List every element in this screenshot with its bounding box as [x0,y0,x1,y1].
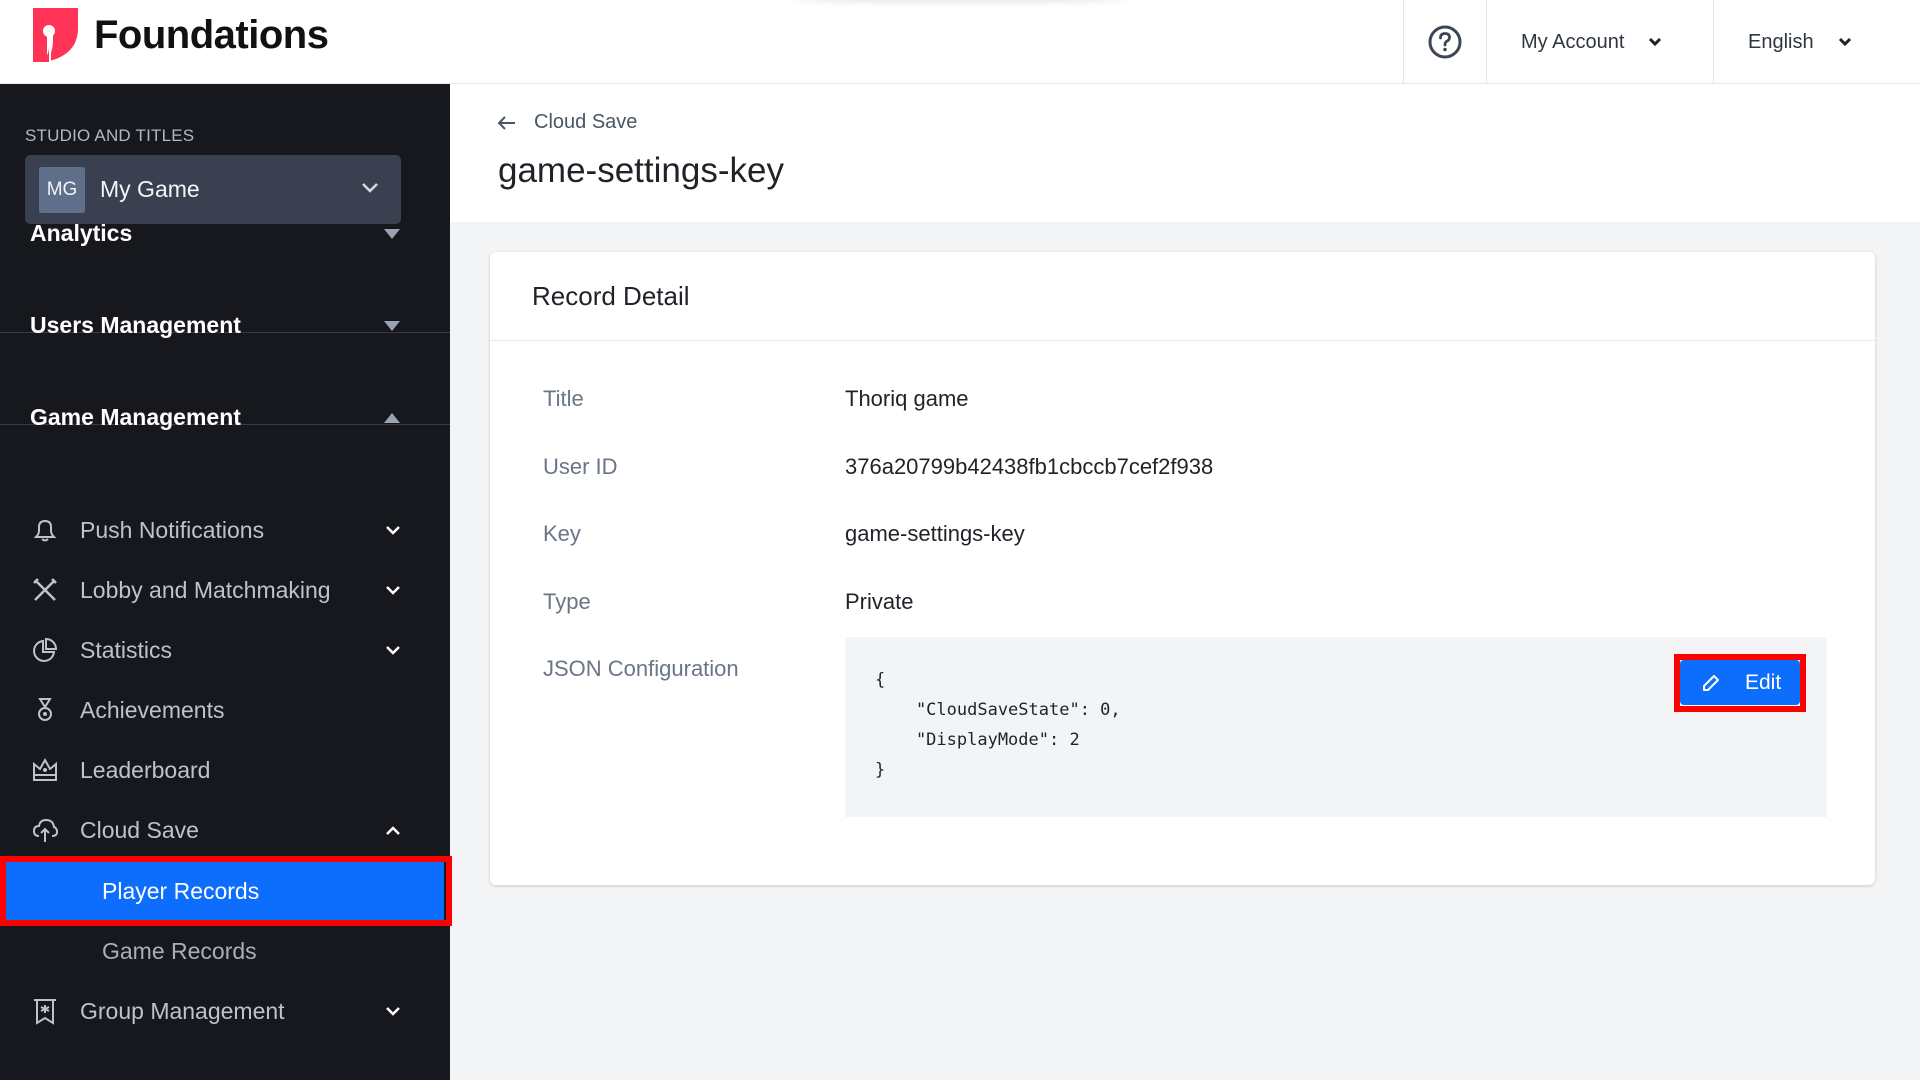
section-label: Analytics [30,220,133,246]
page-title: game-settings-key [498,151,784,190]
item-label: Lobby and Matchmaking [80,576,331,603]
sidebar-item-leaderboard[interactable]: Leaderboard [0,745,450,795]
pie-chart-icon [30,635,60,665]
sidebar-section-analytics[interactable]: Analytics [0,200,450,267]
field-value-user-id: 376a20799b42438fb1cbccb7cef2f938 [845,454,1214,479]
item-label: Cloud Save [80,816,199,843]
field-value-type: Private [845,589,914,614]
card-header: Record Detail [490,252,1875,341]
brand-name: Foundations [94,12,329,57]
language-label: English [1748,30,1814,53]
sidebar-section-users-management[interactable]: Users Management [0,292,450,359]
field-label-type: Type [543,589,591,614]
sidebar-item-push-notifications[interactable]: Push Notifications [0,505,450,555]
pencil-icon [1703,674,1719,691]
question-circle-icon [1428,25,1462,59]
sidebar: STUDIO AND TITLES MG My Game Analytics U… [0,84,452,1080]
item-label: Group Management [80,997,285,1024]
field-label-key: Key [543,521,581,546]
item-label: Leaderboard [80,756,211,783]
json-configuration-block: { "CloudSaveState": 0, "DisplayMode": 2 … [845,637,1827,817]
crossed-swords-icon [30,575,60,605]
help-button[interactable] [1403,0,1486,84]
sidebar-item-achievements[interactable]: Achievements [0,685,450,735]
studio-name: My Game [100,176,200,202]
record-detail-card: Record Detail Title Thoriq game User ID … [490,252,1875,885]
item-label: Player Records [102,877,260,904]
arrow-left-icon [498,115,515,130]
item-label: Game Records [102,937,257,964]
caret-down-icon [384,320,400,331]
back-link-label: Cloud Save [534,111,638,133]
page-header: Cloud Save game-settings-key [450,84,1920,222]
section-label: Users Management [30,312,241,338]
field-value-title: Thoriq game [845,386,969,411]
field-label-title: Title [543,386,584,411]
my-account-dropdown[interactable]: My Account [1486,0,1713,84]
chevron-down-icon [386,585,400,595]
caret-up-icon [384,412,400,423]
card-title: Record Detail [532,280,690,311]
section-label: Game Management [30,404,241,430]
chevron-down-icon [1838,37,1851,47]
language-dropdown[interactable]: English [1713,0,1920,84]
item-label: Statistics [80,636,173,663]
back-link[interactable]: Cloud Save [498,111,637,134]
my-account-label: My Account [1521,30,1625,53]
chevron-up-icon [386,825,400,835]
json-configuration-text: { "CloudSaveState": 0, "DisplayMode": 2 … [875,670,1121,780]
bell-icon [30,515,60,545]
chevron-down-icon [386,525,400,535]
studio-section-label: STUDIO AND TITLES [25,126,195,145]
item-label: Achievements [80,696,225,723]
field-label-json-configuration: JSON Configuration [543,656,739,681]
chevron-down-icon [1649,37,1662,47]
sidebar-item-cloud-save[interactable]: Cloud Save [0,805,450,855]
sidebar-item-lobby-and-matchmaking[interactable]: Lobby and Matchmaking [0,565,450,615]
sidebar-item-group-management[interactable]: Group Management [0,986,450,1036]
caret-down-icon [384,228,400,239]
field-value-key: game-settings-key [845,521,1025,546]
edit-button[interactable]: Edit [1680,660,1800,705]
sidebar-item-game-records[interactable]: Game Records [0,922,450,980]
sidebar-section-game-management[interactable]: Game Management [0,384,450,451]
brand-logo[interactable]: Foundations [33,8,329,62]
sidebar-item-statistics[interactable]: Statistics [0,625,450,675]
foundations-logo-icon [33,8,78,62]
edit-button-label: Edit [1745,670,1782,694]
chevron-down-icon [362,183,378,193]
crown-icon [30,755,60,785]
chevron-down-icon [386,1006,400,1016]
medal-icon [30,695,60,725]
top-header: Foundations My Account English [0,0,1920,84]
chevron-down-icon [386,645,400,655]
item-label: Push Notifications [80,516,265,543]
sidebar-item-player-records[interactable]: Player Records [6,862,444,920]
cloud-upload-icon [30,815,60,845]
banner-star-icon [30,996,60,1026]
field-label-user-id: User ID [543,454,618,479]
